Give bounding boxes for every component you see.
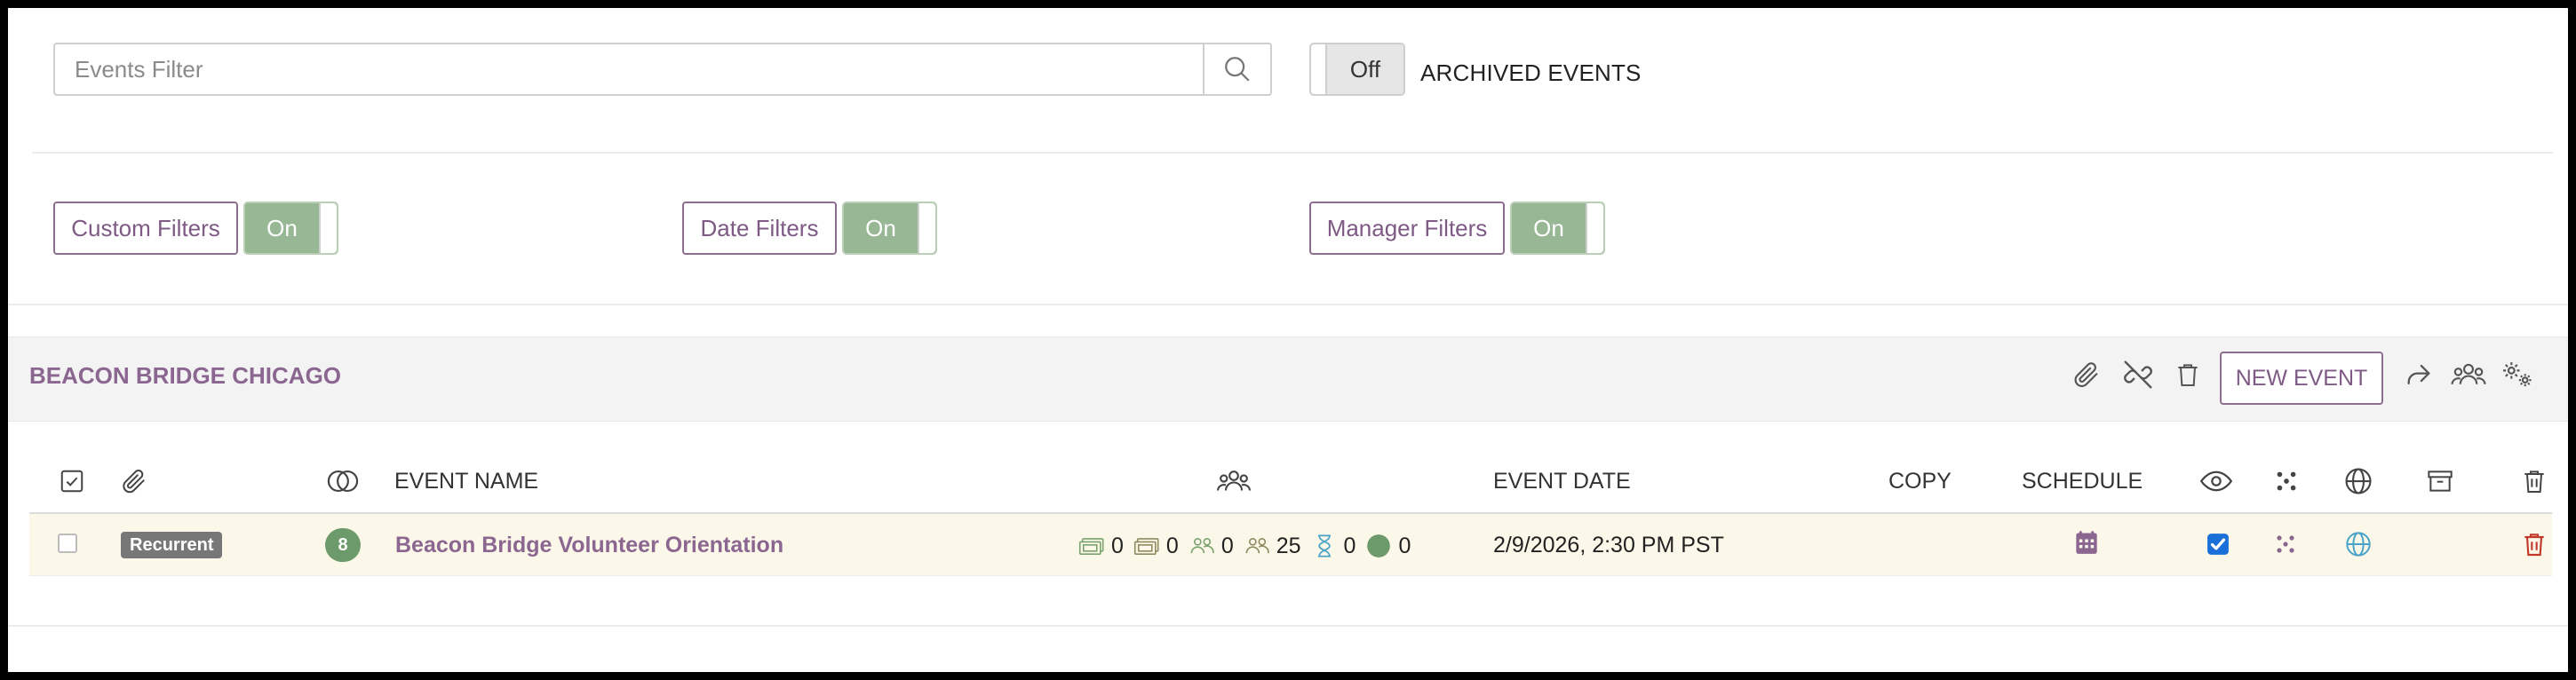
- managers-button[interactable]: [2451, 357, 2486, 392]
- globe-icon: [2345, 468, 2372, 494]
- schedule-button[interactable]: [2075, 530, 2098, 561]
- qr-button[interactable]: [2275, 534, 2296, 561]
- globe-icon: [2346, 532, 2371, 557]
- occurrence-count-badge[interactable]: 8: [325, 528, 361, 562]
- select-all-checkbox[interactable]: [54, 463, 90, 499]
- paperclip-icon: [123, 470, 145, 494]
- checked-in-count: 0: [1398, 533, 1411, 558]
- delete-group-button[interactable]: [2170, 357, 2206, 392]
- capacity-count: 25: [1276, 533, 1301, 558]
- custom-filters-button[interactable]: Custom Filters: [53, 202, 238, 255]
- new-event-button[interactable]: NEW EVENT: [2220, 352, 2383, 405]
- eye-icon: [2199, 470, 2233, 492]
- attach-button[interactable]: [2069, 357, 2104, 392]
- group-title: BEACON BRIDGE CHICAGO: [29, 362, 342, 389]
- check-square-icon: [60, 470, 83, 493]
- waitlist-icon: [1310, 532, 1339, 560]
- events-filter-input[interactable]: [55, 44, 1197, 94]
- recurrent-badge: Recurrent: [121, 532, 223, 558]
- events-filter-box: [53, 43, 1272, 96]
- table-row: Recurrent 8 Beacon Bridge Volunteer Orie…: [29, 514, 2552, 576]
- toggle-on-label: On: [266, 214, 298, 241]
- unlink-button[interactable]: [2120, 357, 2156, 392]
- unlink-icon: [2124, 360, 2152, 389]
- toggle-knob: [1311, 44, 1327, 94]
- manager-filters-button[interactable]: Manager Filters: [1309, 202, 1505, 255]
- toggle-on-label: On: [865, 214, 896, 241]
- toggle-on-label: On: [1533, 214, 1564, 241]
- visible-checkbox[interactable]: [2206, 533, 2230, 562]
- share-icon: [2407, 364, 2430, 385]
- users-icon: [2451, 363, 2486, 384]
- public-link-button[interactable]: [2344, 530, 2373, 565]
- archive-column: [2422, 463, 2458, 499]
- delete-event-button[interactable]: [2520, 529, 2548, 565]
- date-filters-button[interactable]: Date Filters: [682, 202, 837, 255]
- app-frame: Off ARCHIVED EVENTS Custom Filters On Da…: [8, 8, 2568, 672]
- trash-icon: [2524, 534, 2544, 557]
- public-column: [2341, 463, 2376, 499]
- attendees-count: 0: [1220, 533, 1234, 558]
- toggle-off-label: Off: [1349, 55, 1381, 83]
- column-schedule: SCHEDULE: [2022, 469, 2143, 494]
- occurrences-column: [325, 463, 361, 499]
- settings-icon: [2503, 362, 2532, 387]
- group-header: BEACON BRIDGE CHICAGO NEW EVENT: [8, 336, 2568, 422]
- tickets-icon: [1077, 532, 1106, 560]
- event-stats: 0 0 0 25 0 0: [1077, 530, 1414, 562]
- divider: [8, 625, 2568, 627]
- checked-in-icon: [1364, 532, 1393, 560]
- waitlist-count: 0: [1343, 533, 1356, 558]
- events-table-header: EVENT NAME EVENT DATE COPY SCHEDULE: [29, 456, 2552, 514]
- row-select-checkbox[interactable]: [58, 534, 77, 553]
- dots-grid-icon: [2277, 471, 2296, 491]
- event-name-link[interactable]: Beacon Bridge Volunteer Orientation: [395, 533, 783, 558]
- attendance-column: [1216, 463, 1252, 499]
- date-filters-toggle[interactable]: On: [842, 202, 937, 255]
- overlap-circles-icon: [327, 470, 359, 493]
- toggle-knob: [319, 203, 337, 253]
- capacity-icon: [1243, 532, 1271, 560]
- qr-column: [2269, 463, 2304, 499]
- attendees-icon: [1188, 532, 1216, 560]
- calendar-icon: [2076, 531, 2097, 554]
- passes-count: 0: [1165, 533, 1179, 558]
- trash-icon: [2524, 470, 2544, 493]
- tickets-count: 0: [1111, 533, 1124, 558]
- group-settings-button[interactable]: [2500, 357, 2536, 392]
- column-event-date[interactable]: EVENT DATE: [1493, 469, 1631, 494]
- custom-filters-toggle[interactable]: On: [243, 202, 338, 255]
- toggle-knob: [1586, 203, 1603, 253]
- archived-events-label: ARCHIVED EVENTS: [1420, 59, 1642, 86]
- archived-events-toggle[interactable]: Off: [1309, 43, 1405, 96]
- trash-icon: [2178, 364, 2198, 386]
- search-icon: [1225, 57, 1250, 82]
- divider: [8, 304, 2568, 305]
- delete-column: [2516, 463, 2552, 499]
- users-icon: [1216, 470, 1252, 491]
- passes-icon: [1133, 532, 1161, 560]
- attachments-column: [116, 463, 152, 499]
- column-event-name[interactable]: EVENT NAME: [394, 469, 538, 494]
- toggle-knob: [918, 203, 935, 253]
- column-copy: COPY: [1888, 469, 1952, 494]
- manager-filters-toggle[interactable]: On: [1510, 202, 1605, 255]
- share-button[interactable]: [2401, 357, 2437, 392]
- search-button[interactable]: [1203, 44, 1270, 94]
- visibility-column: [2198, 463, 2234, 499]
- divider: [32, 152, 2553, 154]
- archive-icon: [2428, 470, 2453, 492]
- dots-grid-icon: [2277, 535, 2294, 553]
- event-date: 2/9/2026, 2:30 PM PST: [1493, 533, 1724, 557]
- paperclip-icon: [2074, 362, 2098, 388]
- checkbox-checked-icon: [2207, 534, 2229, 555]
